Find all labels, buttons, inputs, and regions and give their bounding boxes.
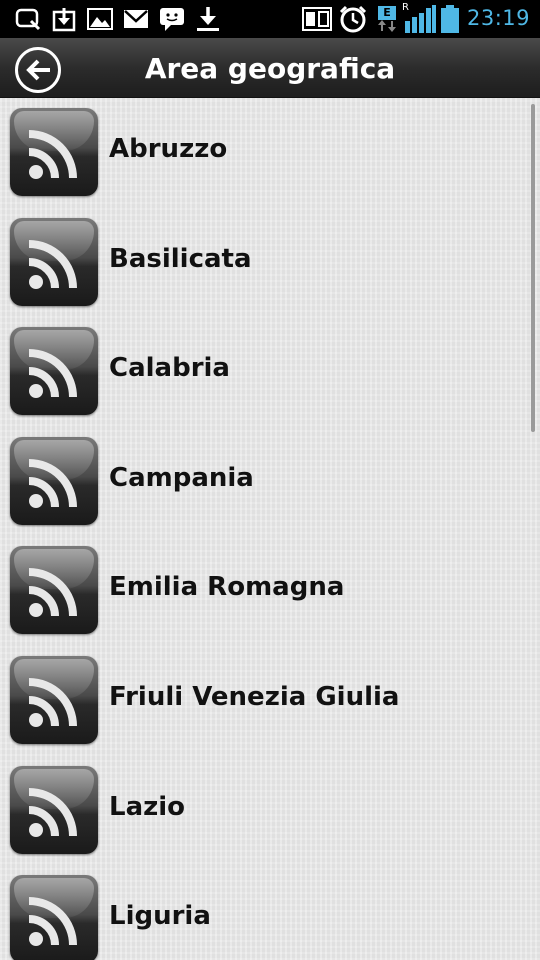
rss-icon bbox=[10, 327, 98, 415]
list-item-label: Abruzzo bbox=[109, 134, 228, 164]
image-icon bbox=[86, 4, 114, 34]
rss-icon bbox=[10, 766, 98, 854]
list-item-label: Basilicata bbox=[109, 244, 252, 274]
rss-icon bbox=[10, 875, 98, 960]
list-item-basilicata[interactable]: Basilicata bbox=[0, 208, 525, 316]
rss-icon bbox=[10, 437, 98, 525]
rss-icon bbox=[10, 218, 98, 306]
list-item-lazio[interactable]: Lazio bbox=[0, 756, 525, 864]
rss-icon bbox=[10, 656, 98, 744]
region-list[interactable]: Abruzzo Basilicata Calabria Campania Emi… bbox=[0, 98, 540, 960]
data-arrows-icon bbox=[378, 20, 396, 32]
list-item-label: Calabria bbox=[109, 353, 230, 383]
list-item-friuli-venezia-giulia[interactable]: Friuli Venezia Giulia bbox=[0, 646, 525, 754]
list-item-label: Lazio bbox=[109, 792, 186, 822]
network-e-icon: E bbox=[374, 4, 400, 34]
screen: E R 23:19 Area geografica Abruzzo Basili… bbox=[0, 0, 540, 960]
download-box-icon bbox=[50, 4, 78, 34]
search-app-icon bbox=[14, 4, 42, 34]
download-icon bbox=[194, 4, 222, 34]
list-item-label: Liguria bbox=[109, 901, 211, 931]
rss-icon bbox=[10, 108, 98, 196]
scrollbar[interactable] bbox=[531, 104, 535, 432]
list-item-label: Friuli Venezia Giulia bbox=[109, 682, 400, 712]
list-item-emilia-romagna[interactable]: Emilia Romagna bbox=[0, 536, 525, 644]
alarm-icon bbox=[338, 4, 368, 34]
list-item-liguria[interactable]: Liguria bbox=[0, 865, 525, 960]
signal-icon: R bbox=[402, 2, 436, 34]
nfc-icon bbox=[302, 4, 332, 34]
status-clock: 23:19 bbox=[466, 6, 530, 30]
list-item-campania[interactable]: Campania bbox=[0, 427, 525, 535]
gmail-icon bbox=[122, 4, 150, 34]
signal-roaming-letter: R bbox=[402, 2, 409, 13]
list-item-label: Emilia Romagna bbox=[109, 572, 345, 602]
page-title: Area geografica bbox=[144, 52, 396, 85]
battery-icon bbox=[440, 4, 460, 34]
list-item-abruzzo[interactable]: Abruzzo bbox=[0, 98, 525, 206]
chat-icon bbox=[158, 4, 186, 34]
list-item-calabria[interactable]: Calabria bbox=[0, 317, 525, 425]
status-bar: E R 23:19 bbox=[0, 0, 540, 38]
network-letter: E bbox=[378, 6, 396, 20]
action-bar: Area geografica bbox=[0, 38, 540, 98]
list-item-label: Campania bbox=[109, 463, 254, 493]
rss-icon bbox=[10, 546, 98, 634]
